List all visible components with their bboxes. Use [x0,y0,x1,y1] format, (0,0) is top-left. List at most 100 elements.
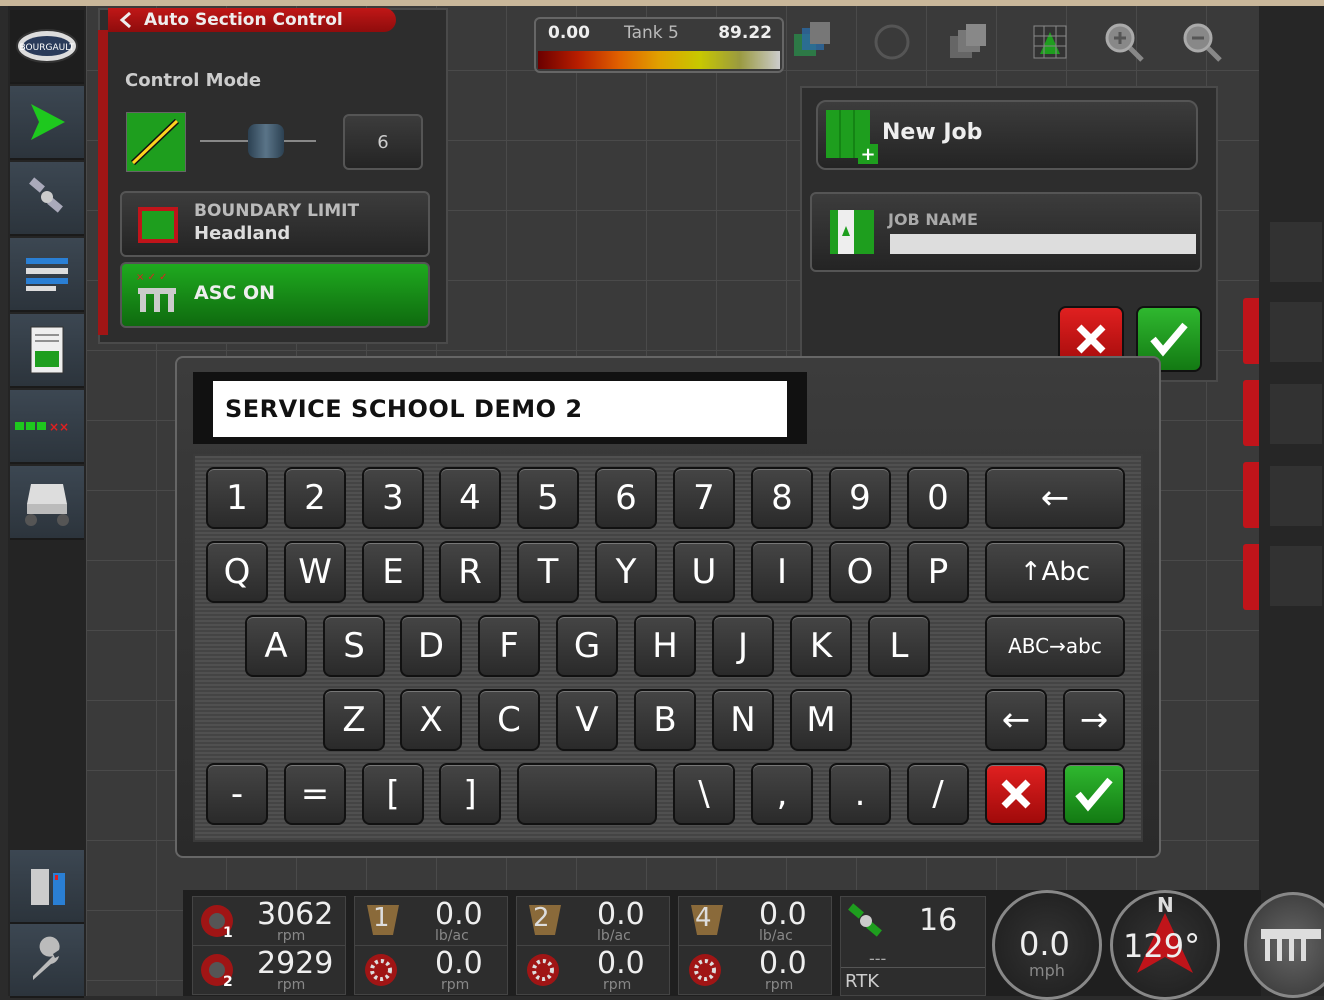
backspace-key[interactable]: ← [985,467,1125,529]
key-backslash[interactable]: \ [673,763,735,825]
cart-button[interactable] [10,466,84,540]
right-rows-button[interactable] [1270,466,1322,526]
bin1-rate-cell[interactable]: 1 0.0 lb/ac [354,896,508,946]
space-key[interactable] [517,763,657,825]
right-field-button[interactable] [1270,384,1322,444]
control-mode-button[interactable] [126,112,186,172]
zoom-out-button[interactable] [1180,20,1224,64]
job-name-field[interactable]: JOB NAME [810,192,1202,272]
key-7[interactable]: 7 [673,467,735,529]
key-right-bracket[interactable]: ] [439,763,501,825]
right-tab-3[interactable] [1243,462,1259,528]
map-layers-button[interactable] [946,20,990,64]
key-y[interactable]: Y [595,541,657,603]
bin4-rate-cell[interactable]: 4 0.0 lb/ac [678,896,832,946]
report-button[interactable] [10,314,84,388]
guidance-button[interactable] [10,86,84,160]
right-tab-2[interactable] [1243,380,1259,446]
key-a[interactable]: A [245,615,307,677]
right-boundary-button[interactable] [1270,302,1322,362]
right-map-button[interactable] [1270,222,1322,282]
speed-gauge[interactable]: 0.0 mph [992,890,1102,1000]
key-i[interactable]: I [751,541,813,603]
key-period[interactable]: . [829,763,891,825]
key-1[interactable]: 1 [206,467,268,529]
tank-gauge[interactable]: 0.00 Tank 5 89.22 [534,17,784,73]
key-2[interactable]: 2 [284,467,346,529]
grid-view-icon [1033,25,1067,59]
gps-button[interactable] [10,162,84,236]
right-tab-1[interactable] [1243,298,1259,364]
key-4[interactable]: 4 [439,467,501,529]
job-name-input[interactable] [890,234,1196,254]
text-entry-field[interactable]: SERVICE SCHOOL DEMO 2 [213,381,787,437]
key-comma[interactable]: , [751,763,813,825]
fan2-cell[interactable]: 2 2929 rpm [192,945,346,995]
keyboard-confirm-button[interactable] [1063,763,1125,825]
key-v[interactable]: V [556,689,618,751]
svg-text:2: 2 [223,974,233,990]
key-left-bracket[interactable]: [ [362,763,424,825]
key-r[interactable]: R [439,541,501,603]
circle-button[interactable] [870,20,914,64]
key-d[interactable]: D [400,615,462,677]
key-s[interactable]: S [323,615,385,677]
key-u[interactable]: U [673,541,735,603]
grid-view-button[interactable] [1028,20,1072,64]
key-g[interactable]: G [556,615,618,677]
key-9[interactable]: 9 [829,467,891,529]
key-o[interactable]: O [829,541,891,603]
bin1-rpm-cell[interactable]: 0.0 rpm [354,945,508,995]
key-n[interactable]: N [712,689,774,751]
compass-gauge[interactable]: N 129° [1110,890,1220,1000]
section-count-field[interactable]: 6 [343,114,423,170]
key-f[interactable]: F [478,615,540,677]
mode-slider-thumb[interactable] [248,124,284,158]
cursor-left-key[interactable]: ← [985,689,1047,751]
gps-status-cell[interactable]: 16 --- RTK [840,896,986,996]
asc-toggle-button[interactable]: × ✓ ✓ ASC ON [120,262,430,328]
bin2-rate-cell[interactable]: 2 0.0 lb/ac [516,896,670,946]
right-nudge-button[interactable] [1270,546,1322,606]
zoom-in-button[interactable] [1102,20,1146,64]
brand-logo-button[interactable]: BOURGAULT [10,10,84,84]
key-h[interactable]: H [634,615,696,677]
sections-button[interactable]: ×× [10,390,84,464]
key-slash[interactable]: / [907,763,969,825]
key-z[interactable]: Z [323,689,385,751]
new-job-button[interactable]: + New Job [816,100,1198,170]
key-l[interactable]: L [868,615,930,677]
key-j[interactable]: J [712,615,774,677]
asc-header[interactable]: Auto Section Control [108,8,396,32]
key-x[interactable]: X [400,689,462,751]
caps-toggle-key[interactable]: ABC→abc [985,615,1125,677]
layers-stack-button[interactable] [790,20,834,64]
cursor-right-key[interactable]: → [1063,689,1125,751]
bin4-rpm-cell[interactable]: 0.0 rpm [678,945,832,995]
key-t[interactable]: T [517,541,579,603]
key-m[interactable]: M [790,689,852,751]
key-k[interactable]: K [790,615,852,677]
key-w[interactable]: W [284,541,346,603]
shift-key[interactable]: ↑Abc [985,541,1125,603]
key-equals[interactable]: = [284,763,346,825]
key-8[interactable]: 8 [751,467,813,529]
settings-button[interactable] [10,924,84,998]
key-b[interactable]: B [634,689,696,751]
boundary-limit-button[interactable]: BOUNDARY LIMIT Headland [120,191,430,257]
bin2-rpm-cell[interactable]: 0.0 rpm [516,945,670,995]
key-3[interactable]: 3 [362,467,424,529]
key-c[interactable]: C [478,689,540,751]
key-0[interactable]: 0 [907,467,969,529]
layers-button[interactable] [10,238,84,312]
bin-button[interactable] [10,850,84,924]
key-q[interactable]: Q [206,541,268,603]
key-5[interactable]: 5 [517,467,579,529]
keyboard-cancel-button[interactable] [985,763,1047,825]
right-tab-4[interactable] [1243,544,1259,610]
fan1-cell[interactable]: 1 3062 rpm [192,896,346,946]
key-p[interactable]: P [907,541,969,603]
key-minus[interactable]: - [206,763,268,825]
key-e[interactable]: E [362,541,424,603]
key-6[interactable]: 6 [595,467,657,529]
